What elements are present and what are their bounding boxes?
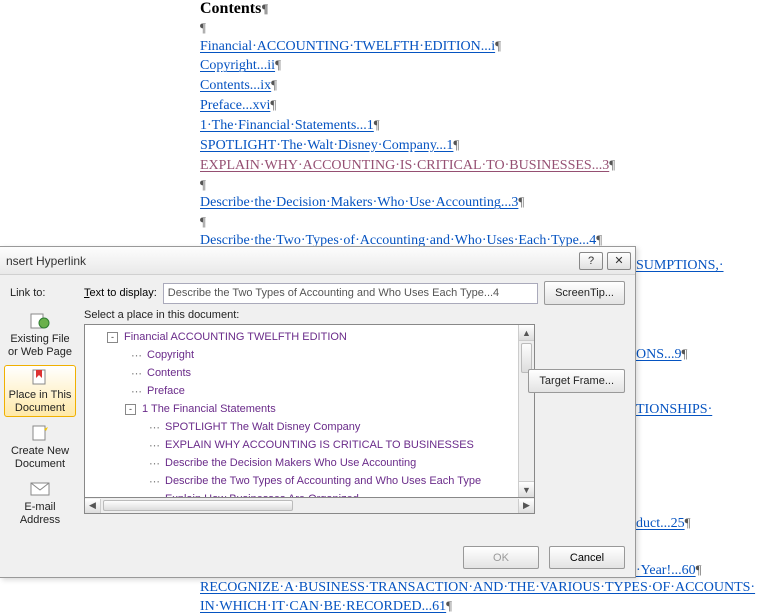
para-mark: ¶ bbox=[200, 19, 764, 37]
scroll-up-arrow-icon[interactable]: ▲ bbox=[519, 325, 534, 341]
help-icon: ? bbox=[588, 255, 594, 267]
tree-node[interactable]: Describe the Decision Makers Who Use Acc… bbox=[163, 457, 416, 469]
close-button[interactable]: ✕ bbox=[607, 252, 631, 270]
text-to-display-label: Text to display: bbox=[84, 287, 157, 299]
toc-link[interactable]: Describe·the·Decision·Makers·Who·Use·Acc… bbox=[200, 195, 518, 210]
toc-link[interactable]: SPOTLIGHT·The·Walt·Disney·Company...1 bbox=[200, 138, 453, 153]
cancel-button[interactable]: Cancel bbox=[549, 546, 625, 569]
toc-link-visited[interactable]: EXPLAIN·WHY·ACCOUNTING·IS·CRITICAL·TO·BU… bbox=[200, 158, 609, 173]
tree-node[interactable]: Explain How Businesses Are Organized bbox=[163, 493, 359, 497]
toc-link[interactable]: Financial·ACCOUNTING·TWELFTH·EDITION...i bbox=[200, 39, 495, 54]
toc-link-partial[interactable]: duct...25 bbox=[636, 516, 685, 531]
text-to-display-input[interactable] bbox=[163, 283, 538, 304]
tree-vertical-scrollbar[interactable]: ▲ ▼ bbox=[518, 325, 534, 497]
toc-link-partial[interactable]: ONS...9 bbox=[636, 347, 682, 362]
tree-node[interactable]: Preface bbox=[145, 385, 185, 397]
toc-link[interactable]: IN·WHICH·IT·CAN·BE·RECORDED...61 bbox=[200, 599, 446, 614]
tree-node[interactable]: EXPLAIN WHY ACCOUNTING IS CRITICAL TO BU… bbox=[163, 439, 474, 451]
screentip-button[interactable]: ScreenTip... bbox=[544, 281, 625, 305]
scroll-left-arrow-icon[interactable]: ◀ bbox=[85, 499, 101, 513]
scroll-right-arrow-icon[interactable]: ▶ bbox=[518, 499, 534, 513]
heading-tree[interactable]: -Financial ACCOUNTING TWELFTH EDITION ⋯C… bbox=[84, 324, 535, 498]
linkto-place-in-document[interactable]: Place in This Document bbox=[4, 365, 76, 417]
new-document-icon bbox=[29, 424, 51, 442]
tree-node[interactable]: Copyright bbox=[145, 349, 194, 361]
linkto-email-address[interactable]: E-mail Address bbox=[4, 477, 76, 529]
collapse-icon[interactable]: - bbox=[125, 404, 136, 415]
scroll-down-arrow-icon[interactable]: ▼ bbox=[519, 481, 534, 497]
toc-link[interactable]: 1·The·Financial·Statements...1 bbox=[200, 118, 374, 133]
toc-link[interactable]: Contents...ix bbox=[200, 78, 271, 93]
toc-link-partial[interactable]: ·Year!...60 bbox=[636, 563, 696, 578]
target-frame-button[interactable]: Target Frame... bbox=[528, 369, 625, 393]
tree-node[interactable]: Financial ACCOUNTING TWELFTH EDITION bbox=[122, 331, 347, 343]
toc-link[interactable]: RECOGNIZE·A·BUSINESS·TRANSACTION·AND·THE… bbox=[200, 580, 755, 596]
link-to-panel: Existing File or Web Page Place in This … bbox=[4, 309, 78, 529]
tree-node[interactable]: 1 The Financial Statements bbox=[140, 403, 276, 415]
tree-horizontal-scrollbar[interactable]: ◀ ▶ bbox=[84, 498, 535, 514]
insert-hyperlink-dialog: nsert Hyperlink ? ✕ Link to: Text to dis… bbox=[0, 246, 636, 578]
help-button[interactable]: ? bbox=[579, 252, 603, 270]
para-mark: ¶ bbox=[200, 176, 764, 194]
tree-node[interactable]: Describe the Two Types of Accounting and… bbox=[163, 475, 481, 487]
dialog-titlebar[interactable]: nsert Hyperlink ? ✕ bbox=[0, 247, 635, 275]
tree-node[interactable]: SPOTLIGHT The Walt Disney Company bbox=[163, 421, 360, 433]
toc-link[interactable]: Copyright...ii bbox=[200, 58, 275, 73]
collapse-icon[interactable]: - bbox=[107, 332, 118, 343]
dialog-title: nsert Hyperlink bbox=[6, 254, 575, 268]
toc-link[interactable]: Preface...xvi bbox=[200, 98, 270, 113]
tree-node[interactable]: Contents bbox=[145, 367, 191, 379]
para-mark: ¶ bbox=[200, 213, 764, 231]
toc-link-partial[interactable]: SUMPTIONS,· bbox=[636, 258, 724, 274]
ok-button[interactable]: OK bbox=[463, 546, 539, 569]
close-icon: ✕ bbox=[614, 254, 623, 267]
doc-heading: Contents¶ bbox=[200, 0, 764, 18]
scroll-thumb[interactable] bbox=[103, 500, 293, 511]
envelope-icon bbox=[29, 480, 51, 498]
bookmark-page-icon bbox=[29, 368, 51, 386]
link-to-label: Link to: bbox=[10, 287, 78, 299]
linkto-existing-file[interactable]: Existing File or Web Page bbox=[4, 309, 76, 361]
toc-link-partial[interactable]: TIONSHIPS· bbox=[636, 402, 712, 418]
globe-page-icon bbox=[29, 312, 51, 330]
select-place-label: Select a place in this document: bbox=[84, 309, 535, 321]
linkto-create-new-document[interactable]: Create New Document bbox=[4, 421, 76, 473]
